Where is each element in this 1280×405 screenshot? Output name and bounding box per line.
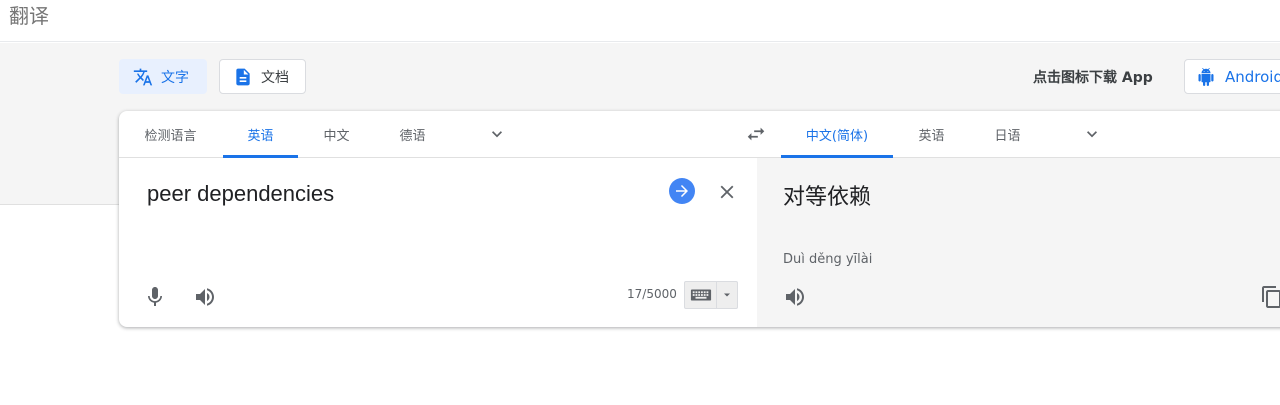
target-text: 对等依赖 (783, 185, 872, 210)
source-more-chevron-icon[interactable] (487, 124, 507, 144)
translate-go-button[interactable] (669, 178, 695, 204)
app-download-text: 点击图标下载 App (1033, 70, 1153, 86)
target-lang-english[interactable]: 英语 (894, 111, 969, 157)
input-tools-dropdown-icon[interactable] (717, 282, 737, 308)
translate-icon (133, 67, 153, 87)
android-label: Android (1225, 67, 1280, 86)
target-lang-japanese[interactable]: 日语 (970, 111, 1045, 157)
translation-card: 对等依赖 Duì děng yīlài 检测语言 英语 中文 德语 中文(简体)… (119, 111, 1280, 327)
source-lang-detect[interactable]: 检测语言 (119, 111, 222, 157)
document-icon (233, 67, 253, 87)
target-speaker-icon[interactable] (783, 285, 807, 309)
document-mode-label: 文档 (261, 69, 289, 86)
target-lang-chinese-simplified[interactable]: 中文(简体) (781, 111, 893, 158)
source-input[interactable]: peer dependencies (147, 181, 334, 207)
input-tools-button[interactable] (684, 281, 738, 309)
swap-languages-icon[interactable] (745, 123, 767, 145)
microphone-icon[interactable] (143, 285, 167, 309)
source-lang-english[interactable]: 英语 (223, 111, 298, 158)
language-bar: 检测语言 英语 中文 德语 中文(简体) 英语 日语 (119, 111, 1280, 158)
source-speaker-icon[interactable] (193, 285, 217, 309)
android-app-button[interactable]: Android (1184, 59, 1280, 94)
android-icon (1198, 67, 1214, 86)
char-count: 17/5000 (627, 287, 677, 301)
text-mode-label: 文字 (161, 69, 189, 86)
page-title: 翻译 (9, 4, 49, 28)
copy-icon[interactable] (1260, 285, 1280, 309)
keyboard-icon[interactable] (685, 282, 717, 308)
source-lang-german[interactable]: 德语 (375, 111, 450, 157)
target-more-chevron-icon[interactable] (1082, 124, 1102, 144)
arrow-right-icon (676, 185, 688, 197)
source-lang-chinese[interactable]: 中文 (299, 111, 374, 157)
clear-source-icon[interactable] (716, 181, 738, 203)
page-header: 翻译 (0, 0, 1280, 42)
text-mode-button[interactable]: 文字 (119, 59, 207, 94)
target-pane: 对等依赖 Duì děng yīlài (757, 158, 1280, 327)
target-pinyin: Duì děng yīlài (783, 252, 873, 267)
document-mode-button[interactable]: 文档 (219, 59, 306, 94)
